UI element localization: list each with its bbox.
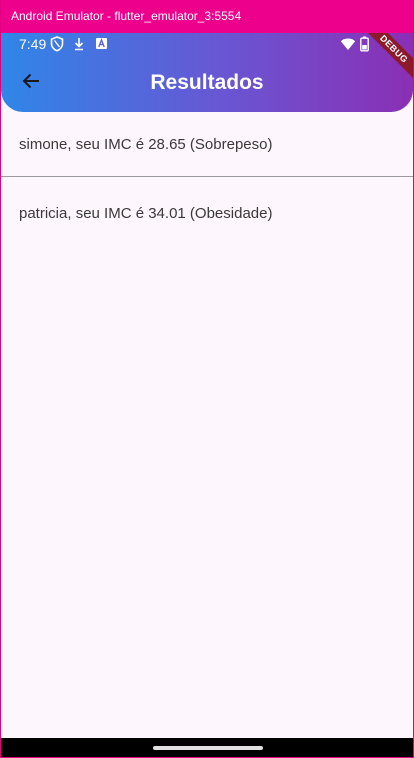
battery-icon: [360, 36, 369, 52]
page-title: Resultados: [150, 71, 264, 94]
shield-icon: [50, 36, 64, 52]
toolbar: Resultados: [1, 55, 413, 111]
app-bar: 7:49 DEBUG Resultados: [1, 33, 413, 112]
navigation-bar: [1, 738, 413, 757]
result-text: simone, seu IMC é 28.65 (Sobrepeso): [19, 135, 273, 153]
window-title-bar[interactable]: Android Emulator - flutter_emulator_3:55…: [1, 0, 413, 33]
result-item[interactable]: simone, seu IMC é 28.65 (Sobrepeso): [1, 112, 413, 176]
emulator-window: Android Emulator - flutter_emulator_3:55…: [0, 0, 414, 758]
results-list: simone, seu IMC é 28.65 (Sobrepeso) patr…: [1, 112, 413, 249]
result-item[interactable]: patricia, seu IMC é 34.01 (Obesidade): [1, 177, 413, 249]
status-time: 7:49: [19, 36, 47, 52]
status-bar: 7:49 DEBUG: [1, 33, 413, 86]
download-icon: [73, 36, 85, 52]
a-icon: [95, 36, 108, 52]
home-indicator[interactable]: [153, 746, 263, 750]
wifi-icon: [340, 36, 356, 52]
window-title: Android Emulator - flutter_emulator_3:55…: [11, 9, 242, 23]
result-text: patricia, seu IMC é 34.01 (Obesidade): [19, 204, 273, 222]
